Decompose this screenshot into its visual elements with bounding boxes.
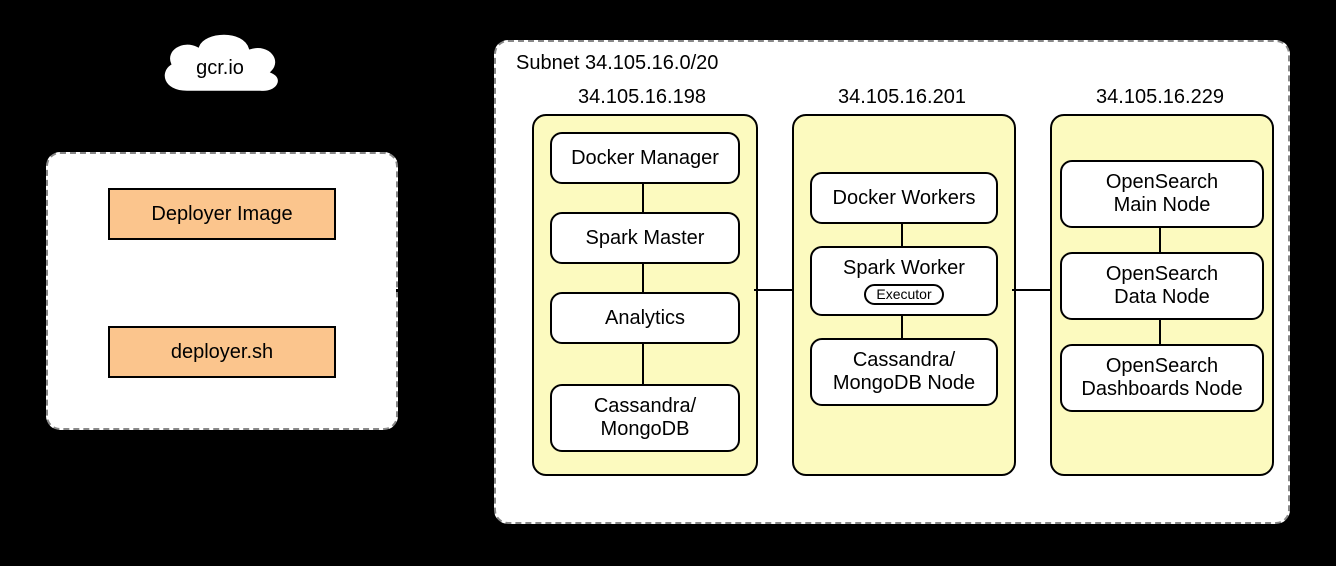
node1-service-docker-manager: Docker Manager: [550, 132, 740, 184]
connector: [1159, 226, 1161, 252]
deployer-script-box: deployer.sh: [108, 326, 336, 378]
connector-node2-node3: [1012, 289, 1050, 291]
node1-service-analytics: Analytics: [550, 292, 740, 344]
arrow-deployer-to-subnet: [396, 280, 490, 300]
subnet-title: Subnet 34.105.16.0/20: [516, 52, 718, 75]
connector: [1159, 318, 1161, 344]
service-label: OpenSearch Dashboards Node: [1081, 355, 1242, 401]
service-label: Docker Workers: [833, 187, 976, 210]
node2-service-cassandra-mongo-node: Cassandra/ MongoDB Node: [810, 338, 998, 406]
connector: [642, 342, 644, 384]
service-label: Cassandra/ MongoDB: [594, 395, 696, 441]
node2-service-spark-worker: Spark Worker Executor: [810, 246, 998, 316]
executor-pill: Executor: [864, 284, 943, 304]
service-label: OpenSearch Data Node: [1106, 263, 1218, 309]
connector: [901, 222, 903, 246]
connector-node1-node2: [754, 289, 792, 291]
cloud-label: gcr.io: [196, 57, 244, 80]
service-label: Docker Manager: [571, 147, 719, 170]
node1-service-spark-master: Spark Master: [550, 212, 740, 264]
connector: [901, 314, 903, 338]
node1-service-cassandra-mongo: Cassandra/ MongoDB: [550, 384, 740, 452]
connector: [642, 182, 644, 212]
node3-service-opensearch-main: OpenSearch Main Node: [1060, 160, 1264, 228]
node2-ip: 34.105.16.201: [792, 86, 1012, 109]
node1-ip: 34.105.16.198: [532, 86, 752, 109]
service-label: Cassandra/ MongoDB Node: [833, 349, 975, 395]
deployer-image-box: Deployer Image: [108, 188, 336, 240]
connector: [642, 262, 644, 292]
cloud-icon: gcr.io: [152, 28, 288, 108]
service-label: Spark Worker: [843, 257, 965, 280]
service-label: OpenSearch Main Node: [1106, 171, 1218, 217]
node3-service-opensearch-dashboards: OpenSearch Dashboards Node: [1060, 344, 1264, 412]
deployer-image-label: Deployer Image: [151, 203, 292, 226]
node2-service-docker-workers: Docker Workers: [810, 172, 998, 224]
node3-ip: 34.105.16.229: [1050, 86, 1270, 109]
deployer-script-label: deployer.sh: [171, 341, 273, 364]
service-label: Analytics: [605, 307, 685, 330]
node3-service-opensearch-data: OpenSearch Data Node: [1060, 252, 1264, 320]
service-label: Spark Master: [586, 227, 705, 250]
